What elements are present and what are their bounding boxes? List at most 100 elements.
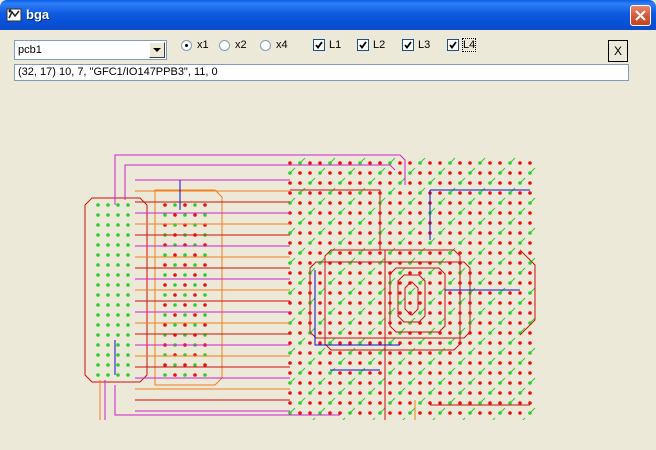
via-stub <box>389 187 396 194</box>
pcb-select[interactable]: pcb1 <box>14 40 167 60</box>
via <box>173 203 177 207</box>
pad <box>468 221 472 225</box>
pad <box>408 191 412 195</box>
via <box>116 303 120 307</box>
pad <box>348 271 352 275</box>
pad <box>378 341 382 345</box>
via-stub <box>499 377 506 384</box>
via-stub <box>309 357 316 364</box>
pad <box>288 301 292 305</box>
pad <box>498 391 502 395</box>
clear-button[interactable]: X <box>608 40 628 62</box>
via-stub <box>459 207 466 214</box>
pcb-select-value: pcb1 <box>18 44 42 56</box>
pad <box>318 391 322 395</box>
via <box>116 253 120 257</box>
pad <box>488 381 492 385</box>
via-stub <box>529 347 536 354</box>
via-stub <box>499 407 506 414</box>
pad <box>398 281 402 285</box>
pad <box>518 281 522 285</box>
via-stub <box>319 227 326 234</box>
pad <box>318 301 322 305</box>
combo-dropdown-button[interactable] <box>149 42 165 58</box>
via-stub <box>289 257 296 264</box>
via-stub <box>389 337 396 344</box>
zoom-radio-x4[interactable]: x4 <box>260 38 290 54</box>
via <box>126 323 130 327</box>
pad <box>348 341 352 345</box>
via-stub <box>379 227 386 234</box>
layer-checkbox-l2[interactable]: L2 <box>357 38 389 54</box>
pad <box>398 171 402 175</box>
trace <box>124 164 396 200</box>
via <box>183 273 187 277</box>
pad <box>308 341 312 345</box>
pad <box>528 251 532 255</box>
pad <box>173 253 177 257</box>
pad <box>318 251 322 255</box>
pad <box>518 411 522 415</box>
title-bar[interactable]: bga <box>0 0 656 30</box>
pad <box>398 321 402 325</box>
via-stub <box>319 407 326 414</box>
via-stub <box>329 277 336 284</box>
via-stub <box>319 287 326 294</box>
via-stub <box>519 387 526 394</box>
layer-checkbox-l1[interactable]: L1 <box>313 38 345 54</box>
pad <box>368 401 372 405</box>
pad <box>298 361 302 365</box>
via <box>116 373 120 377</box>
pad <box>468 181 472 185</box>
pad <box>318 401 322 405</box>
pad <box>458 201 462 205</box>
pad <box>328 411 332 415</box>
pad <box>288 361 292 365</box>
layer-checkbox-l3[interactable]: L3 <box>402 38 434 54</box>
pad <box>528 221 532 225</box>
pad <box>438 271 442 275</box>
pad <box>488 281 492 285</box>
zoom-label: x2 <box>235 39 247 51</box>
via-stub <box>399 267 406 274</box>
pad <box>368 161 372 165</box>
pad <box>448 211 452 215</box>
pad <box>298 411 302 415</box>
pad <box>478 201 482 205</box>
checkbox-box <box>447 39 459 51</box>
pad <box>408 341 412 345</box>
pad <box>418 201 422 205</box>
via-stub <box>289 227 296 234</box>
pad <box>408 301 412 305</box>
zoom-radio-x1[interactable]: x1 <box>181 38 211 54</box>
close-button[interactable] <box>630 5 651 26</box>
via <box>96 283 100 287</box>
via-stub <box>449 307 456 314</box>
pad <box>428 371 432 375</box>
via-stub <box>319 377 326 384</box>
via-stub <box>369 357 376 364</box>
via <box>96 363 100 367</box>
pad <box>498 161 502 165</box>
via-stub <box>499 167 506 174</box>
pad <box>308 411 312 415</box>
pad <box>508 331 512 335</box>
via-stub <box>339 237 346 244</box>
pad <box>448 291 452 295</box>
pcb-canvas[interactable] <box>0 122 656 420</box>
pad <box>288 251 292 255</box>
layer-checkbox-l4[interactable]: L4 <box>447 38 479 54</box>
pad <box>428 321 432 325</box>
pad <box>368 311 372 315</box>
pad <box>448 271 452 275</box>
pad <box>328 321 332 325</box>
pad <box>298 261 302 265</box>
via <box>106 303 110 307</box>
via-stub <box>389 367 396 374</box>
pad <box>498 191 502 195</box>
pad <box>378 301 382 305</box>
pad <box>448 331 452 335</box>
pad <box>478 331 482 335</box>
zoom-radio-x2[interactable]: x2 <box>219 38 249 54</box>
pad <box>388 351 392 355</box>
